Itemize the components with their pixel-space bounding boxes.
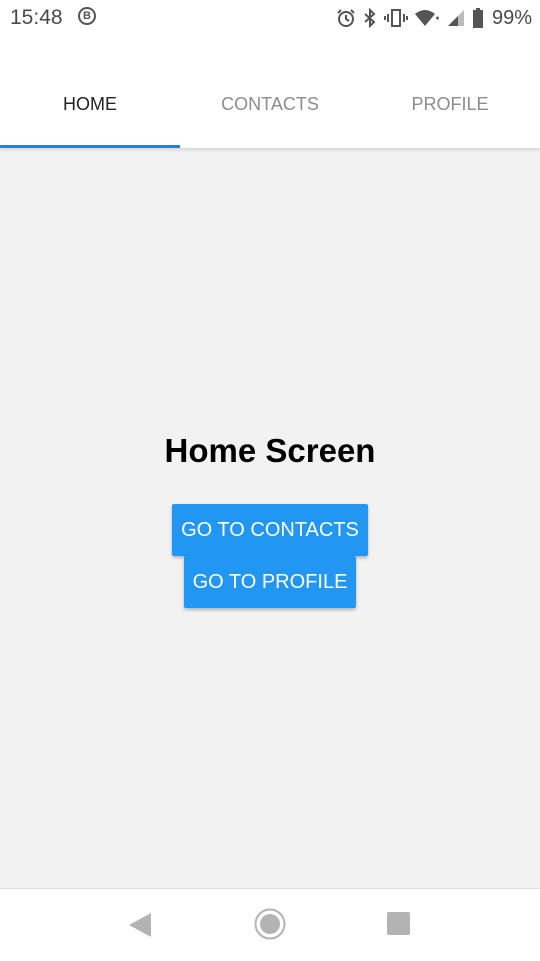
home-icon[interactable] (254, 908, 286, 940)
vibrate-icon (383, 9, 408, 27)
go-to-contacts-button[interactable]: GO TO CONTACTS (172, 504, 368, 556)
home-screen-content: Home Screen GO TO CONTACTS GO TO PROFILE (0, 148, 540, 888)
go-to-profile-button[interactable]: GO TO PROFILE (184, 556, 356, 608)
wifi-icon (414, 10, 439, 26)
battery-percent: 99% (491, 6, 532, 29)
tab-bar: HOME CONTACTS PROFILE (0, 36, 540, 148)
recent-apps-icon[interactable] (387, 912, 410, 935)
cell-signal-icon (447, 10, 464, 26)
tab-indicator (0, 145, 180, 148)
back-icon[interactable] (127, 911, 153, 939)
status-time: 15:48 (10, 6, 63, 29)
bluetooth-icon (364, 8, 376, 28)
system-nav-bar (0, 888, 540, 961)
alarm-icon (337, 9, 355, 27)
status-icons: 99% (336, 6, 532, 30)
tab-contacts[interactable]: CONTACTS (180, 94, 360, 130)
status-bar: 15:48 B 99% (0, 0, 540, 36)
battery-icon (472, 8, 483, 28)
notification-badge-icon: B (78, 7, 96, 25)
tab-profile[interactable]: PROFILE (360, 94, 540, 130)
page-title: Home Screen (164, 432, 376, 469)
tab-home[interactable]: HOME (0, 94, 180, 130)
